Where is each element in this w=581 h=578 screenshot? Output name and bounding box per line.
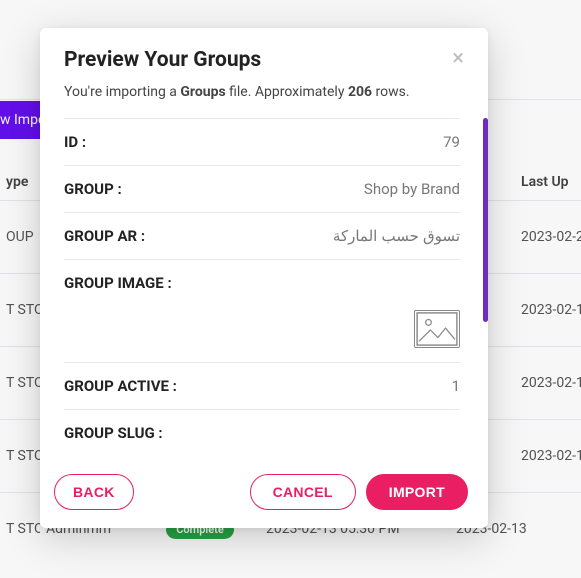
modal-scroll-area[interactable]: ID : 79 GROUP : Shop by Brand GROUP AR :… [64, 118, 470, 458]
preview-groups-modal: Preview Your Groups × You're importing a… [40, 28, 488, 528]
field-label: ID : [64, 133, 86, 151]
field-value: Shop by Brand [364, 180, 460, 198]
field-value: 1 [452, 377, 460, 395]
back-button[interactable]: BACK [54, 474, 134, 510]
close-icon[interactable]: × [452, 48, 464, 70]
field-value: 79 [443, 133, 460, 151]
preview-row-group-slug: GROUP SLUG : [64, 409, 460, 442]
field-label: GROUP SLUG : [64, 424, 163, 442]
image-placeholder-icon [414, 310, 460, 348]
modal-subtitle: You're importing a Groups file. Approxim… [40, 84, 488, 118]
field-label: GROUP ACTIVE : [64, 377, 177, 395]
modal-footer: BACK CANCEL IMPORT [40, 458, 488, 528]
preview-row-group-image: GROUP IMAGE : [64, 259, 460, 362]
field-label: GROUP : [64, 180, 122, 198]
preview-row-id: ID : 79 [64, 118, 460, 165]
modal-header: Preview Your Groups × [40, 28, 488, 84]
field-label: GROUP IMAGE : [64, 274, 172, 292]
preview-row-group-active: GROUP ACTIVE : 1 [64, 362, 460, 409]
modal-body: ID : 79 GROUP : Shop by Brand GROUP AR :… [40, 118, 488, 458]
modal-title: Preview Your Groups [64, 48, 261, 72]
scrollbar[interactable] [483, 118, 488, 322]
field-value: تسوق حسب الماركة [333, 227, 460, 245]
preview-row-group: GROUP : Shop by Brand [64, 165, 460, 212]
cancel-button[interactable]: CANCEL [250, 474, 356, 510]
import-button[interactable]: IMPORT [366, 474, 468, 510]
preview-row-group-ar: GROUP AR : تسوق حسب الماركة [64, 212, 460, 259]
field-label: GROUP AR : [64, 227, 145, 245]
